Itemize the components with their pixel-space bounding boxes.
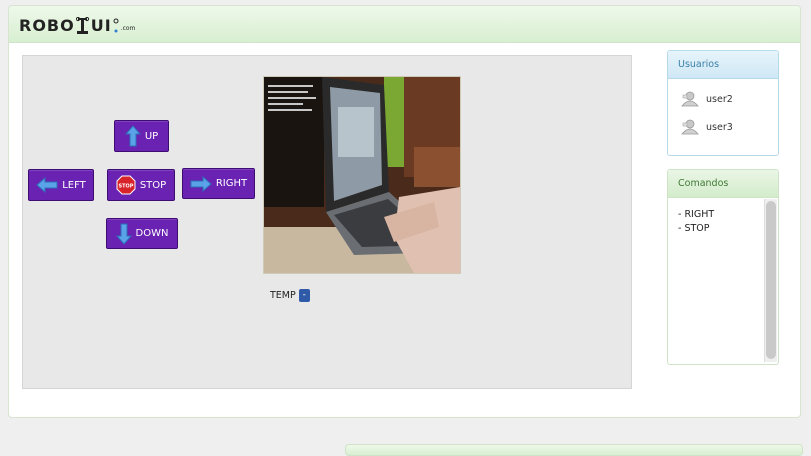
user-icon — [681, 119, 699, 135]
temp-label: TEMP — [270, 290, 296, 301]
commands-panel: Comandos - RIGHT - STOP — [667, 169, 779, 365]
down-button[interactable]: DOWN — [106, 218, 178, 249]
left-button[interactable]: LEFT — [28, 169, 94, 201]
robot-arm-icon — [75, 17, 89, 34]
left-label: LEFT — [62, 179, 86, 191]
down-label: DOWN — [135, 228, 169, 239]
temp-value-badge: - — [298, 289, 310, 302]
arrow-right-icon — [190, 175, 212, 192]
app-header: ROBO UI .com — [9, 6, 800, 43]
commands-scrollbar[interactable] — [764, 199, 777, 362]
right-label: RIGHT — [215, 178, 248, 189]
camera-image — [264, 77, 460, 273]
users-panel-title: Usuarios — [668, 51, 778, 79]
stop-label: STOP — [139, 179, 167, 191]
logo-text-ui: UI — [90, 16, 112, 35]
list-item: - STOP — [678, 223, 710, 234]
logo-dotcom: .com — [120, 25, 136, 32]
logo-text-robo: ROBO — [19, 16, 75, 35]
list-item[interactable]: user3 — [668, 113, 778, 141]
arrow-up-icon — [124, 125, 141, 147]
arrow-left-icon — [36, 177, 58, 193]
scrollbar-thumb[interactable] — [766, 201, 776, 359]
temp-readout: TEMP - — [270, 289, 310, 302]
stop-button[interactable]: STOP STOP — [107, 169, 175, 201]
stop-sign-icon: STOP — [116, 175, 136, 195]
robot-control-area: UP LEFT STOP STOP RIGHT DOWN TEMP - — [22, 55, 632, 389]
user-list: user2 user3 — [668, 79, 778, 141]
right-button[interactable]: RIGHT — [182, 168, 255, 199]
bottom-panel-header — [345, 444, 803, 456]
users-panel: Usuarios user2 user3 — [667, 50, 779, 156]
camera-feed — [263, 76, 461, 274]
up-label: UP — [144, 130, 159, 142]
up-button[interactable]: UP — [114, 120, 169, 152]
list-item: - RIGHT — [678, 209, 715, 220]
arrow-down-icon — [115, 223, 132, 245]
commands-panel-title: Comandos — [668, 170, 778, 198]
list-item[interactable]: user2 — [668, 85, 778, 113]
user-icon — [681, 91, 699, 107]
robotui-logo[interactable]: ROBO UI .com — [19, 16, 135, 35]
user-name: user3 — [706, 121, 733, 133]
stop-sign-text: STOP — [118, 184, 133, 190]
command-list: - RIGHT - STOP — [668, 198, 778, 236]
user-name: user2 — [706, 93, 733, 105]
logo-gear-icon — [113, 18, 119, 33]
